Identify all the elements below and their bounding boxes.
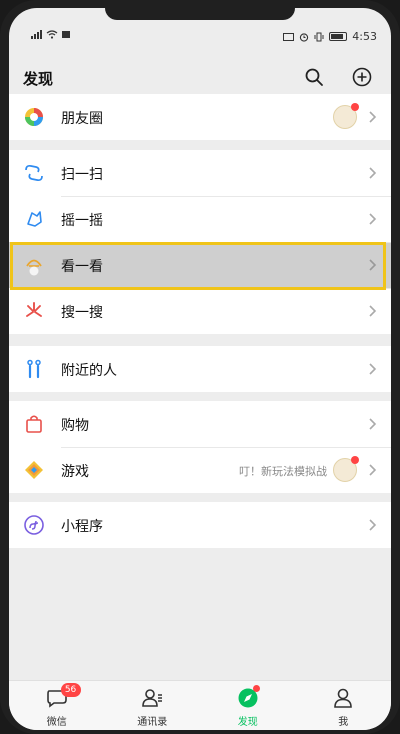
vibrate-icon (314, 32, 324, 41)
menu-label: 小程序 (61, 519, 103, 535)
wifi-icon (46, 30, 58, 39)
alarm-icon (300, 32, 309, 42)
message-notification-icon (62, 31, 70, 38)
tab-label: 发现 (237, 717, 258, 728)
person-icon (334, 688, 353, 708)
games-icon (25, 461, 43, 479)
people-nearby-icon (27, 359, 41, 379)
menu-item-scan[interactable]: 扫一扫 (9, 150, 391, 196)
search-icon[interactable] (303, 66, 325, 88)
notification-dot (351, 103, 359, 111)
chevron-right-icon (369, 418, 377, 430)
chevron-right-icon (369, 464, 377, 476)
header: 发现 (9, 58, 391, 96)
signal-icon (31, 30, 42, 39)
scan-icon (25, 164, 43, 182)
add-icon[interactable] (351, 66, 373, 88)
menu-item-top-stories[interactable]: 看一看 (9, 242, 391, 288)
menu-item-shake[interactable]: 摇一摇 (9, 196, 391, 242)
menu-label: 购物 (61, 418, 89, 434)
mini-program-icon (24, 515, 44, 535)
menu-item-moments[interactable]: 朋友圈 (9, 94, 391, 140)
menu-label: 搜一搜 (61, 305, 103, 321)
chevron-right-icon (369, 167, 377, 179)
bottom-tab-bar: 56 微信 通讯录 发现 我 (9, 680, 391, 730)
chevron-right-icon (369, 363, 377, 375)
tab-chats[interactable]: 56 微信 (9, 681, 105, 730)
group-moments: 朋友圈 (9, 94, 391, 140)
tab-contacts[interactable]: 通讯录 (105, 681, 201, 730)
notification-dot (351, 456, 359, 464)
top-stories-icon (26, 259, 42, 276)
status-time: 4:53 (352, 30, 377, 43)
chevron-right-icon (369, 305, 377, 317)
tab-label: 微信 (46, 717, 67, 728)
divider (61, 447, 391, 448)
menu-item-search[interactable]: 搜一搜 (9, 288, 391, 334)
moments-avatar-thumb (333, 103, 359, 129)
tab-discover[interactable]: 发现 (200, 681, 296, 730)
menu-label: 扫一扫 (61, 167, 103, 183)
page-title: 发现 (23, 70, 54, 88)
tab-label: 通讯录 (137, 717, 168, 728)
chevron-right-icon (369, 259, 377, 271)
menu-item-mini-programs[interactable]: 小程序 (9, 502, 391, 548)
menu-label: 附近的人 (61, 363, 117, 379)
search-feature-icon (26, 302, 42, 317)
shake-icon (27, 211, 42, 227)
camera-notch (105, 8, 295, 20)
phone-frame: 4:53 发现 朋友圈 扫一扫 摇一摇 看一看 搜一搜 附近的人 购物 游戏 叮… (0, 0, 400, 734)
divider (61, 196, 391, 197)
shopping-bag-icon (26, 415, 42, 433)
group-services: 购物 游戏 叮！新玩法模拟战 (9, 401, 391, 493)
contacts-icon (142, 689, 163, 707)
menu-item-shopping[interactable]: 购物 (9, 401, 391, 447)
group-tools: 扫一扫 摇一摇 看一看 搜一搜 (9, 150, 391, 334)
group-mini-programs: 小程序 (9, 502, 391, 548)
chevron-right-icon (369, 519, 377, 531)
moments-icon (25, 108, 43, 126)
games-thumb (333, 456, 359, 482)
menu-label: 朋友圈 (61, 111, 103, 127)
tab-label: 我 (338, 717, 349, 728)
tab-me[interactable]: 我 (296, 681, 392, 730)
chevron-right-icon (369, 111, 377, 123)
games-promo-text: 叮！新玩法模拟战 (239, 465, 327, 478)
status-right: 4:53 (283, 30, 377, 43)
group-nearby: 附近的人 (9, 346, 391, 392)
divider (61, 288, 391, 289)
menu-item-games[interactable]: 游戏 叮！新玩法模拟战 (9, 447, 391, 493)
divider (61, 242, 391, 243)
chevron-right-icon (369, 213, 377, 225)
notification-dot (252, 685, 260, 692)
unread-badge: 56 (60, 683, 81, 697)
nfc-icon (283, 32, 295, 41)
screen: 4:53 发现 朋友圈 扫一扫 摇一摇 看一看 搜一搜 附近的人 购物 游戏 叮… (9, 8, 391, 730)
status-left (31, 30, 70, 39)
menu-label: 游戏 (61, 464, 89, 480)
menu-label: 看一看 (61, 259, 103, 275)
battery-icon (329, 32, 348, 41)
status-bar: 4:53 (9, 26, 391, 48)
menu-item-nearby[interactable]: 附近的人 (9, 346, 391, 392)
menu-label: 摇一摇 (61, 213, 103, 229)
